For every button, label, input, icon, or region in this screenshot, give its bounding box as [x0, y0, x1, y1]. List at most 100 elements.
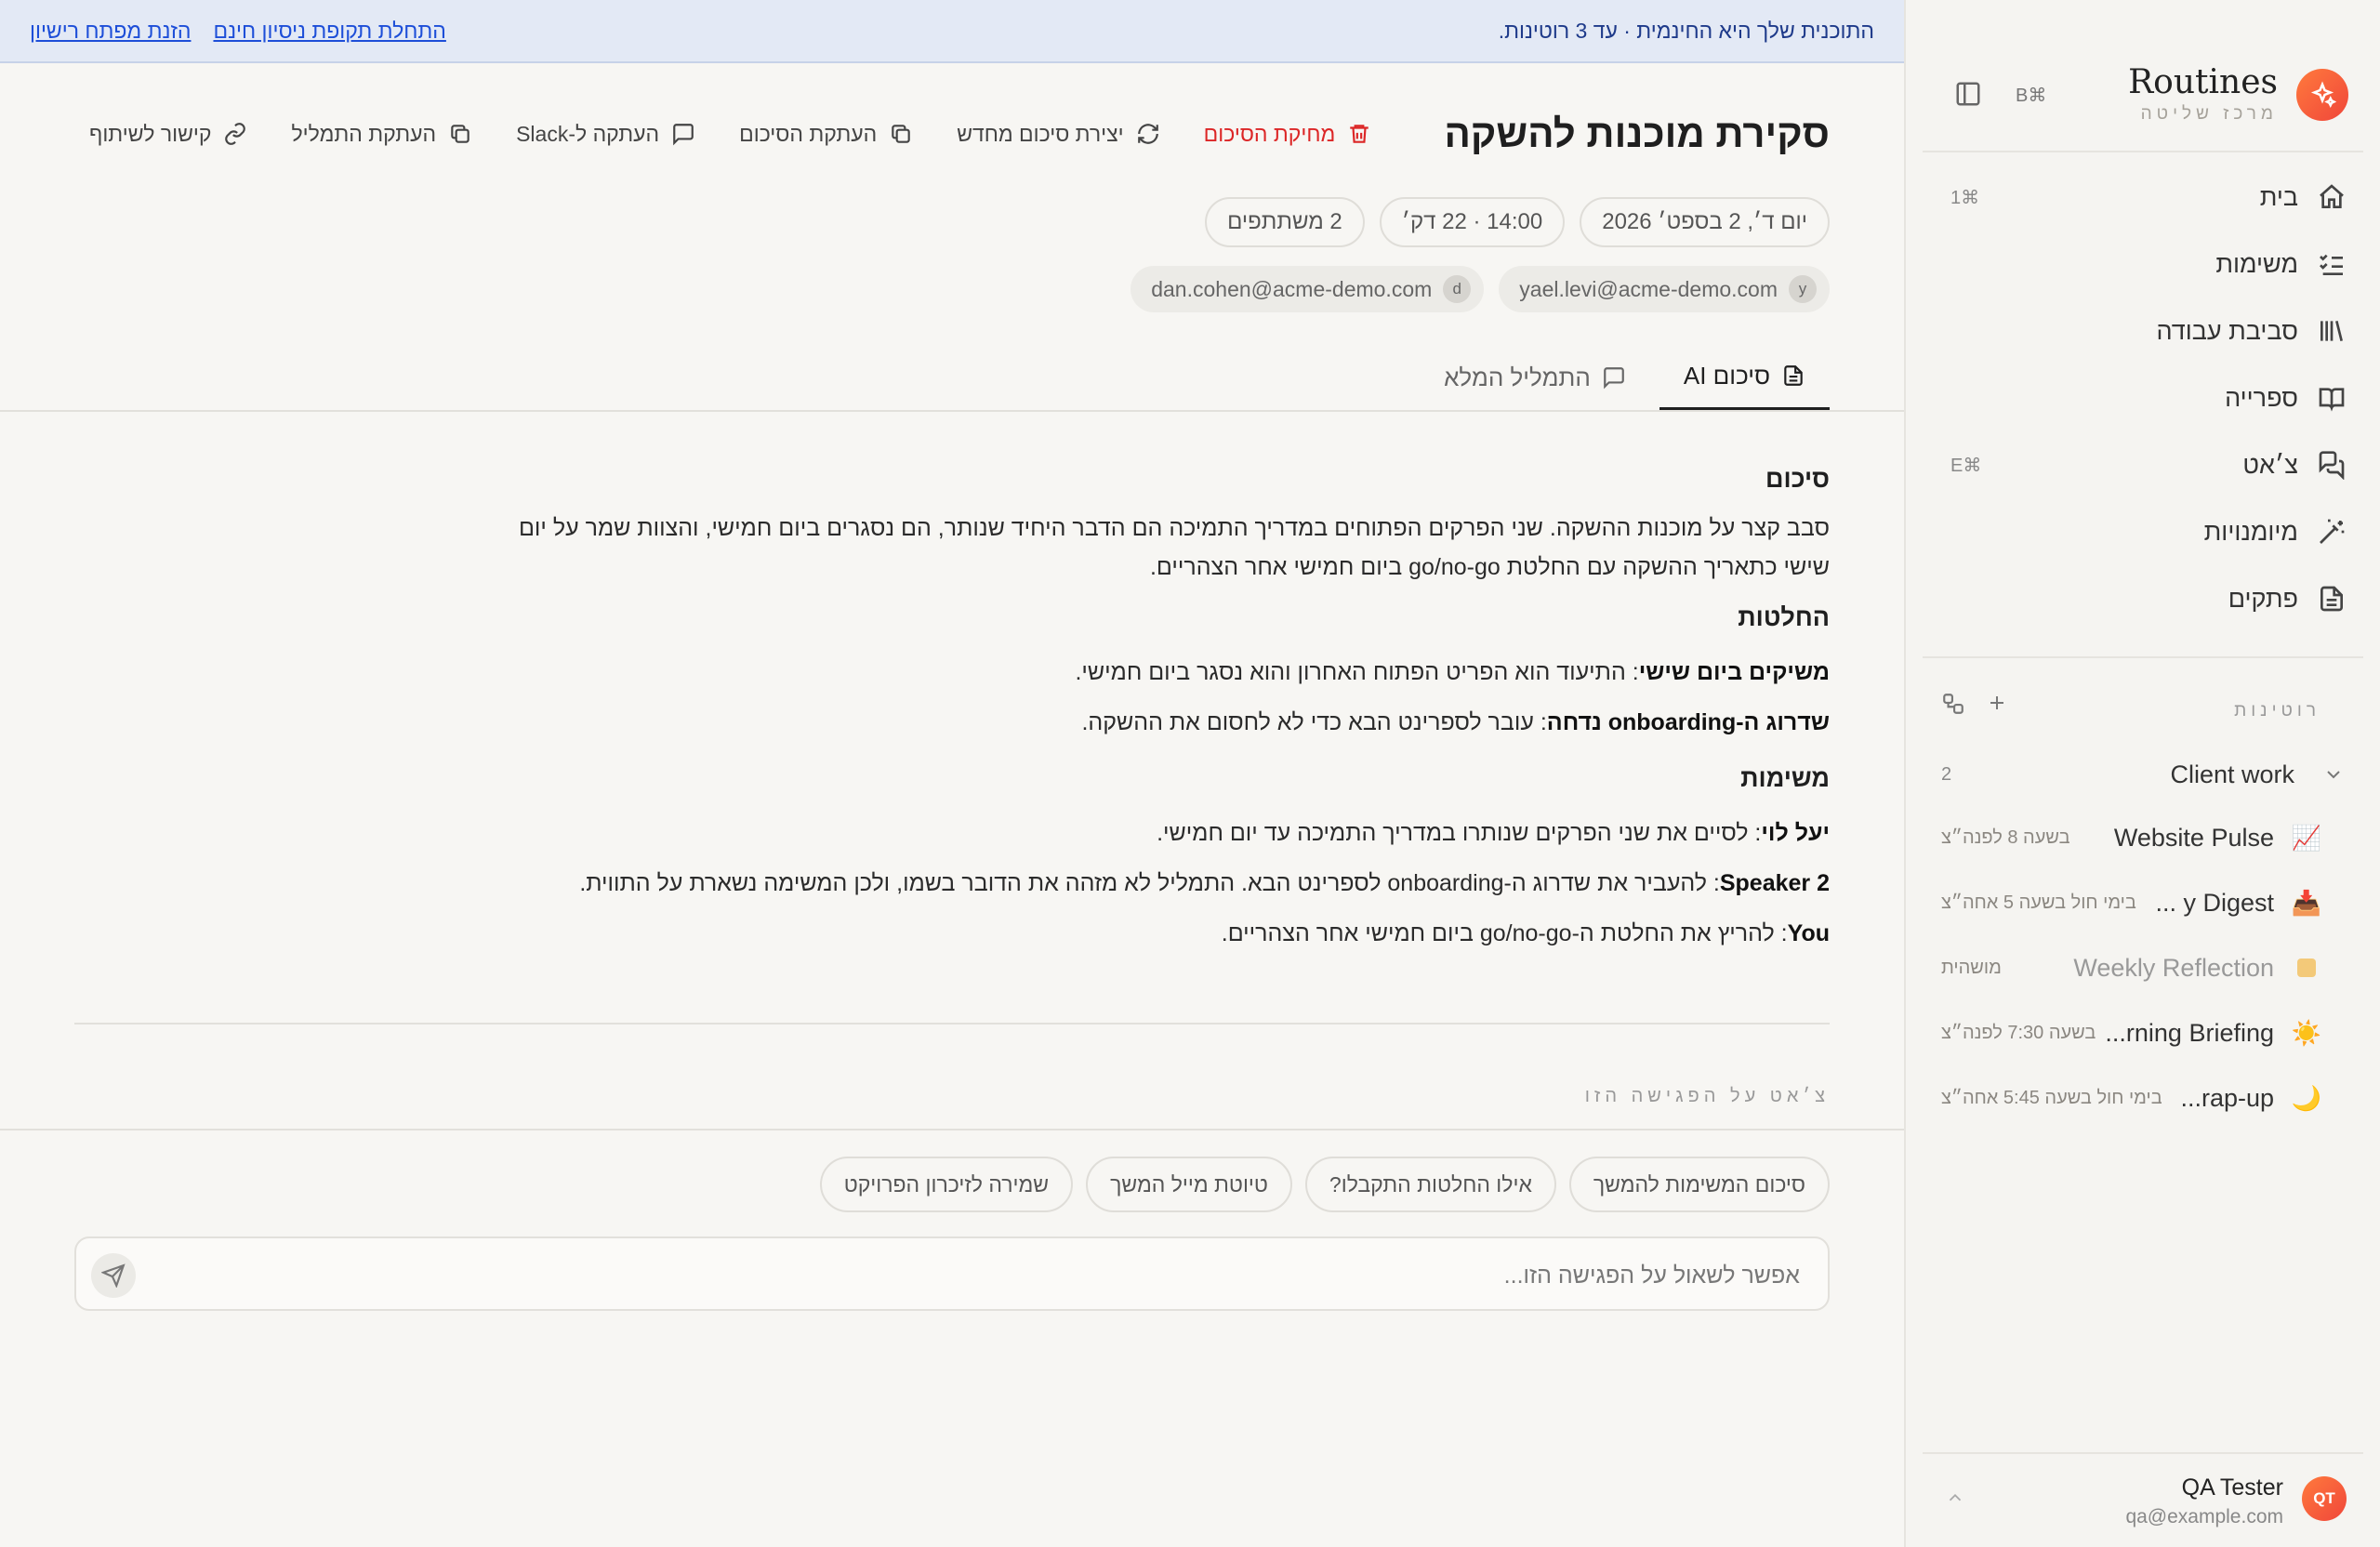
- sidebar-divider: [1923, 151, 2363, 152]
- meeting-meta: יום ד׳, 2 בספט׳ 2026 14:00 · 22 דק׳ 2 מש…: [1205, 197, 1830, 247]
- regenerate-summary-button[interactable]: יצירת סיכום מחדש: [957, 121, 1160, 147]
- library-icon: [2315, 314, 2348, 348]
- sun-emoji-icon: ☀️: [2291, 1018, 2322, 1047]
- sidebar-item-library[interactable]: ספרייה: [1906, 364, 2380, 431]
- suggestion-chip[interactable]: שמירה לזיכרון הפרויקט: [819, 1157, 1074, 1212]
- group-count: 2: [1941, 763, 1952, 785]
- decisions-heading: החלטות: [1738, 603, 1830, 631]
- copy-summary-label: העתקת הסיכום: [739, 121, 878, 146]
- tab-ai-summary-label: סיכום AI: [1683, 361, 1770, 390]
- tab-ai-summary[interactable]: סיכום AI: [1659, 344, 1830, 411]
- decision-item: משיקים ביום שישי: התיעוד הוא הפריט הפתוח…: [1075, 659, 1830, 685]
- user-name: QA Tester: [2181, 1474, 2283, 1501]
- participants-count-chip: 2 משתתפים: [1205, 197, 1365, 247]
- sidebar-nav: בית ⌘1 משימות סביבת עבודה ספרייה צ׳אט ⌘E…: [1906, 164, 2380, 632]
- summary-paragraph: סבב קצר על מוכנות ההשקה. שני הפרקים הפתו…: [518, 515, 1830, 580]
- chat-divider: [0, 1129, 1904, 1130]
- routines-section-label: רוטינות: [2234, 701, 2320, 721]
- sidebar-toggle-icon[interactable]: [1952, 80, 1982, 110]
- sidebar-item-home[interactable]: בית ⌘1: [1906, 164, 2380, 231]
- summary-content: סיכום סבב קצר על מוכנות ההשקה. שני הפרקי…: [509, 465, 1830, 959]
- note-icon: [2315, 582, 2348, 615]
- link-icon: [222, 121, 248, 147]
- task-item: יעל לוי: לסיים את שני הפרקים שנותרו במדר…: [1157, 820, 1830, 846]
- document-icon: [1781, 364, 1805, 388]
- routine-item[interactable]: 🌙 rap-up... בימי חול בשעה 5:45 אחה״צ: [1906, 1073, 2380, 1123]
- task-item: You: להריץ את החלטת ה-go/no-go ביום חמיש…: [1221, 920, 1830, 946]
- copy-transcript-label: העתקת התמליל: [291, 121, 437, 146]
- routine-schedule: בימי חול בשעה 5:45 אחה״צ: [1941, 1087, 2162, 1108]
- home-icon: [2315, 180, 2348, 214]
- routine-name: Weekly Reflection: [2073, 953, 2274, 982]
- routine-name: rap-up...: [2180, 1083, 2274, 1112]
- chat-box: [74, 1236, 1830, 1311]
- participant-avatar: d: [1443, 275, 1472, 303]
- routine-schedule: בימי חול בשעה 5 אחה״צ: [1941, 892, 2136, 913]
- chat-suggestions: סיכום המשימות להמשך אילו החלטות התקבלו? …: [819, 1157, 1830, 1212]
- participants-list: y yael.levi@acme-demo.com d dan.cohen@ac…: [1130, 266, 1830, 312]
- sparkle-icon: [2296, 69, 2348, 121]
- app-subtitle: מרכז שליטה: [2140, 104, 2278, 124]
- routine-name: y Digest ...: [2155, 888, 2274, 917]
- summary-heading: סיכום: [1765, 465, 1830, 493]
- paused-square-icon: [2293, 954, 2320, 982]
- participant-avatar: y: [1789, 275, 1817, 303]
- send-icon: [101, 1263, 126, 1288]
- message-icon: [1602, 365, 1626, 390]
- regenerate-summary-label: יצירת סיכום מחדש: [957, 121, 1124, 146]
- copy-transcript-button[interactable]: העתקת התמליל: [291, 121, 473, 147]
- user-profile[interactable]: QT QA Tester qa@example.com: [1906, 1454, 2380, 1547]
- routine-name: rning Briefing...: [2105, 1018, 2274, 1047]
- avatar: QT: [2302, 1476, 2347, 1521]
- brand-header: Routines מרכז שליטה ⌘B: [1937, 61, 2348, 130]
- enter-license-link[interactable]: הזנת מפתח רישיון: [30, 19, 191, 44]
- trash-icon: [1346, 121, 1372, 147]
- delete-summary-button[interactable]: מחיקת הסיכום: [1204, 121, 1373, 147]
- share-link-label: קישור לשיתוף: [89, 121, 212, 146]
- chart-emoji-icon: 📈: [2291, 823, 2322, 852]
- page-title: סקירת מוכנות להשקה: [1444, 112, 1830, 155]
- plan-message: התוכנית שלך היא החינמית · עד 3 רוטינות.: [1498, 19, 1874, 43]
- copy-icon: [447, 121, 473, 147]
- chevron-down-icon: [2322, 763, 2345, 786]
- chat-icon: [2315, 448, 2348, 482]
- group-icon[interactable]: [1941, 692, 1965, 716]
- sidebar-item-tasks[interactable]: משימות: [1906, 231, 2380, 298]
- sidebar-item-chat[interactable]: צ׳אט ⌘E: [1906, 431, 2380, 498]
- share-link-button[interactable]: קישור לשיתוף: [89, 121, 248, 147]
- tab-full-transcript[interactable]: התמליל המלא: [1420, 344, 1650, 411]
- wand-icon: [2315, 515, 2348, 549]
- refresh-icon: [1135, 121, 1161, 147]
- sidebar-item-workspace[interactable]: סביבת עבודה: [1906, 298, 2380, 364]
- book-icon: [2315, 381, 2348, 415]
- routine-item[interactable]: ☀️ rning Briefing... בשעה 7:30 לפנה״צ: [1906, 1008, 2380, 1058]
- participant-email: dan.cohen@acme-demo.com: [1151, 276, 1433, 301]
- participant-email: yael.levi@acme-demo.com: [1519, 276, 1778, 301]
- copy-summary-button[interactable]: העתקת הסיכום: [739, 121, 914, 147]
- routine-item[interactable]: 📈 Website Pulse בשעה 8 לפנה״צ: [1906, 813, 2380, 863]
- sidebar-item-skills[interactable]: מיומנויות: [1906, 498, 2380, 565]
- tab-full-transcript-label: התמליל המלא: [1444, 363, 1591, 391]
- suggestion-chip[interactable]: סיכום המשימות להמשך: [1568, 1157, 1830, 1212]
- suggestion-chip[interactable]: טיוטת מייל המשך: [1086, 1157, 1292, 1212]
- send-button[interactable]: [91, 1253, 136, 1298]
- app-title: Routines: [2128, 63, 2278, 101]
- routine-name: Website Pulse: [2113, 823, 2274, 852]
- sidebar-divider: [1923, 656, 2363, 658]
- routine-group-client-work[interactable]: Client work 2: [1906, 749, 2380, 800]
- sidebar-item-notes[interactable]: פתקים: [1906, 565, 2380, 632]
- routine-schedule: בשעה 7:30 לפנה״צ: [1941, 1022, 2096, 1043]
- group-label: Client work: [2170, 760, 2294, 788]
- start-trial-link[interactable]: התחלת תקופת ניסיון חינם: [213, 19, 445, 44]
- routine-item[interactable]: 📥 y Digest ... בימי חול בשעה 5 אחה״צ: [1906, 878, 2380, 928]
- sidebar: Routines מרכז שליטה ⌘B בית ⌘1 משימות סבי…: [1904, 0, 2380, 1547]
- copy-slack-button[interactable]: העתקה ל-Slack: [516, 121, 696, 147]
- participant-chip: y yael.levi@acme-demo.com: [1499, 266, 1830, 312]
- routine-item[interactable]: Weekly Reflection מושהית: [1906, 943, 2380, 993]
- routine-schedule: בשעה 8 לפנה״צ: [1941, 826, 2070, 848]
- plan-banner: התוכנית שלך היא החינמית · עד 3 רוטינות. …: [0, 0, 1904, 63]
- chat-input[interactable]: [219, 1255, 1800, 1296]
- suggestion-chip[interactable]: אילו החלטות התקבלו?: [1304, 1157, 1556, 1212]
- add-routine-icon[interactable]: [1986, 692, 2008, 716]
- time-chip: 14:00 · 22 דק׳: [1379, 197, 1566, 247]
